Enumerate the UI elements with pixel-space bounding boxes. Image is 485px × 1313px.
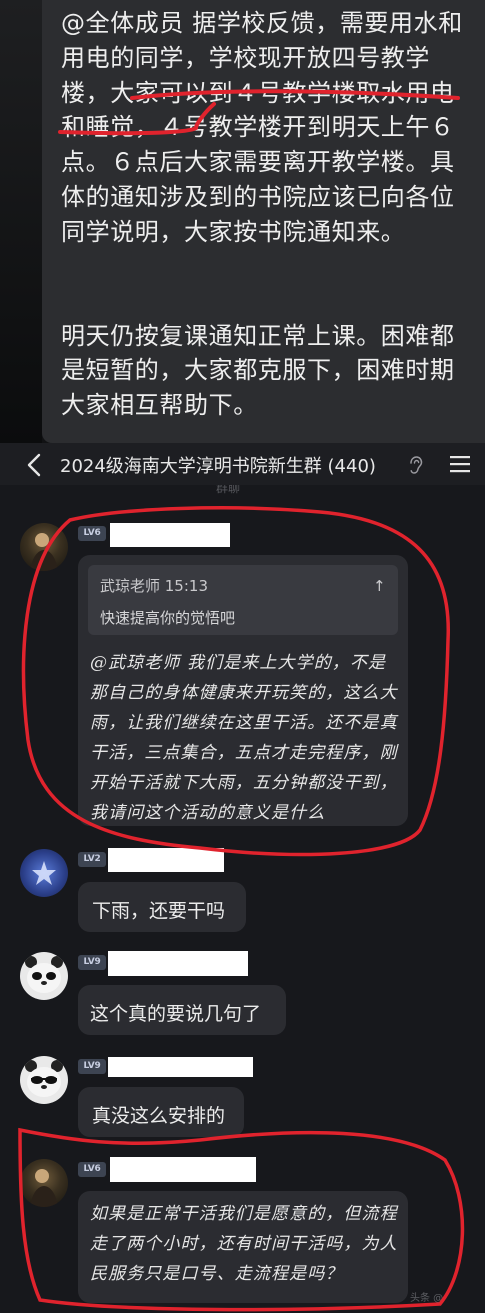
- background-photo: [0, 0, 42, 443]
- message-text: 真没这么安排的: [92, 1105, 226, 1127]
- message-text: 如果是正常干活我们是愿意的，但流程走了两个小时，还有时间干活吗，为人民服务只是口…: [90, 1204, 398, 1284]
- panda-avatar-icon: [25, 1060, 63, 1097]
- message-text: 下雨，还要干吗: [92, 900, 226, 922]
- avatar[interactable]: [20, 1056, 68, 1104]
- redacted-name: [110, 523, 230, 547]
- message-text: @武琼老师 我们是来上大学的，不是那自己的身体健康来开玩笑的，这么大雨，让我们继…: [90, 653, 398, 823]
- notice-paragraph-1: @全体成员 据学校反馈，需要用水和用电的同学，学校现开放四号教学楼，大家可以到４…: [61, 9, 463, 246]
- avatar[interactable]: [20, 523, 68, 571]
- panda-avatar-icon: [25, 956, 63, 993]
- avatar[interactable]: [20, 849, 68, 897]
- chat-header: 2024级海南大学淳明书院新生群 (440): [0, 443, 485, 485]
- redacted-name: [108, 1057, 253, 1077]
- quoted-message[interactable]: 武琼老师 15:13 快速提高你的觉悟吧 ↑: [88, 565, 398, 635]
- notice-text: @全体成员 据学校反馈，需要用水和用电的同学，学校现开放四号教学楼，大家可以到４…: [61, 6, 466, 423]
- level-badge: LV2: [78, 852, 106, 867]
- quote-text: 快速提高你的觉悟吧: [100, 609, 236, 627]
- redacted-name: [108, 951, 248, 976]
- person-avatar-icon: [30, 1169, 58, 1207]
- star-avatar-icon: [32, 861, 56, 885]
- group-title: 2024级海南大学淳明书院新生群 (440): [60, 456, 376, 477]
- avatar[interactable]: [20, 1159, 68, 1207]
- redacted-name: [110, 1157, 256, 1182]
- quote-author: 武琼老师 15:13: [100, 577, 208, 595]
- avatar[interactable]: [20, 952, 68, 1000]
- level-badge: LV9: [78, 1059, 106, 1074]
- header-hint: 群聊: [216, 485, 241, 495]
- redacted-name: [108, 848, 224, 872]
- back-arrow-icon[interactable]: [24, 453, 44, 477]
- notice-paragraph-2: 明天仍按复课通知正常上课。困难都是短暂的，大家都克服下，困难时期大家相互帮助下。: [61, 321, 455, 420]
- ear-icon[interactable]: [408, 456, 424, 474]
- expand-arrow-icon[interactable]: ↑: [373, 577, 386, 595]
- level-badge: LV6: [78, 526, 106, 541]
- watermark: 头条 @: [410, 1293, 444, 1304]
- notice-screenshot: @全体成员 据学校反馈，需要用水和用电的同学，学校现开放四号教学楼，大家可以到４…: [0, 0, 485, 443]
- menu-icon[interactable]: [450, 455, 470, 473]
- person-avatar-icon: [30, 533, 58, 571]
- level-badge: LV6: [78, 1162, 106, 1177]
- level-badge: LV9: [78, 955, 106, 970]
- message-text: 这个真的要说几句了: [90, 1003, 262, 1025]
